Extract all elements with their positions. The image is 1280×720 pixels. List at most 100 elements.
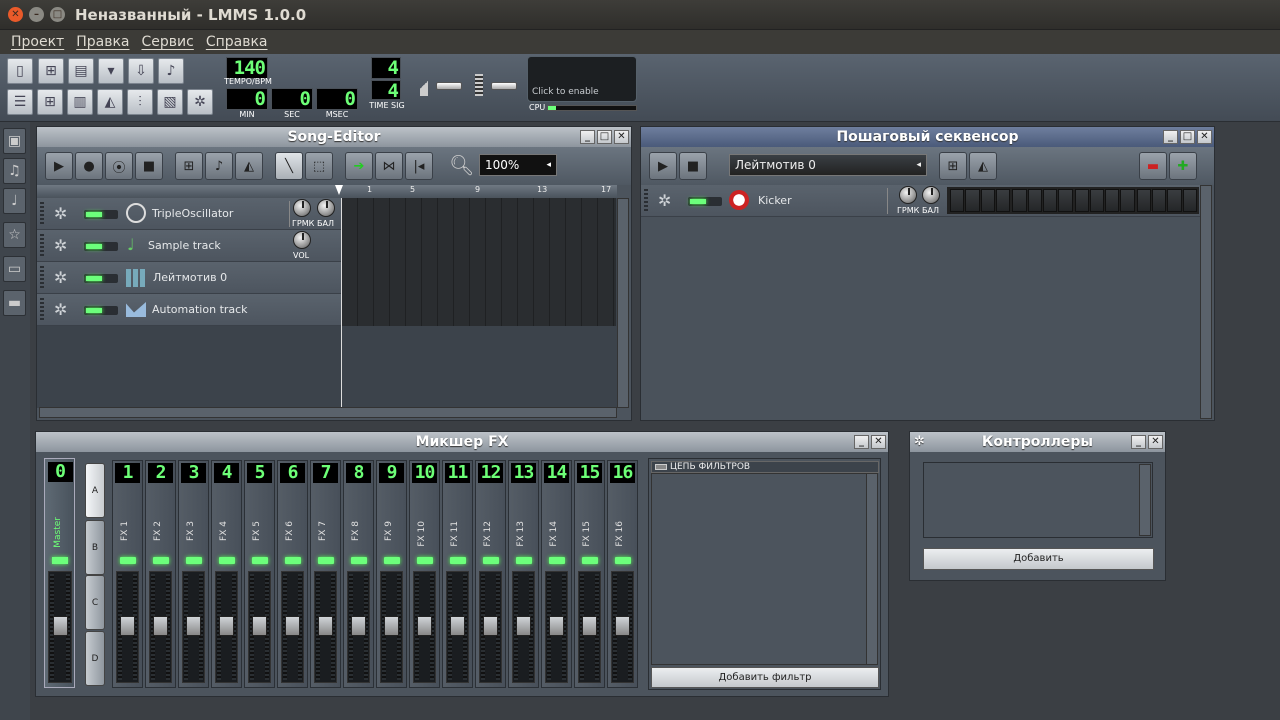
- track-name[interactable]: Kicker: [758, 194, 792, 207]
- computer-icon[interactable]: ▬: [3, 290, 26, 316]
- stop-icon[interactable]: ■: [135, 152, 163, 180]
- channel-fader[interactable]: [512, 571, 535, 683]
- channel-fader[interactable]: [281, 571, 304, 683]
- mute-led[interactable]: [120, 557, 136, 564]
- track-name[interactable]: Лейтмотив 0: [153, 271, 227, 284]
- project-notes-toggle-icon[interactable]: ▧: [157, 89, 183, 115]
- step-button[interactable]: [1012, 189, 1027, 212]
- track-name[interactable]: TripleOscillator: [152, 207, 233, 220]
- channel-fader[interactable]: [578, 571, 601, 683]
- channel-fader[interactable]: [116, 571, 139, 683]
- step-button[interactable]: [1120, 189, 1135, 212]
- edit-mode-icon[interactable]: ⬚: [305, 152, 333, 180]
- fx-channel-strip[interactable]: 14 FX 14: [541, 460, 572, 688]
- add-automation-track-icon[interactable]: ◭: [235, 152, 263, 180]
- new-from-template-icon[interactable]: ⊞: [38, 58, 64, 84]
- drag-handle[interactable]: [644, 189, 648, 213]
- mute-led[interactable]: [285, 557, 301, 564]
- volume-knob[interactable]: [293, 231, 311, 249]
- drag-handle[interactable]: [40, 202, 44, 226]
- channel-fader[interactable]: [380, 571, 403, 683]
- draw-mode-icon[interactable]: ╲: [275, 152, 303, 180]
- step-button[interactable]: [1136, 189, 1152, 212]
- sequencer-track-row[interactable]: ✲ Kicker ГРМК БАЛ: [641, 185, 1200, 217]
- fx-mixer-titlebar[interactable]: Микшер FX: [36, 432, 888, 452]
- drag-handle[interactable]: [40, 266, 44, 290]
- gear-icon[interactable]: ✲: [658, 192, 676, 210]
- mixer-group-c[interactable]: C: [85, 575, 105, 630]
- mixer-group-b[interactable]: B: [85, 520, 105, 575]
- fx-channel-strip[interactable]: 2 FX 2: [145, 460, 176, 688]
- track-name[interactable]: Sample track: [148, 239, 221, 252]
- record-icon[interactable]: ●: [75, 152, 103, 180]
- visualization-widget[interactable]: Click to enable: [527, 56, 637, 102]
- effects-chain-header[interactable]: ЦЕПЬ ФИЛЬТРОВ: [651, 461, 879, 473]
- drag-handle[interactable]: [40, 298, 44, 322]
- timeline-ruler[interactable]: 1 5 9 13 17: [37, 185, 617, 197]
- add-steps-icon[interactable]: ✚: [1169, 152, 1197, 180]
- mute-toggle[interactable]: [84, 210, 118, 219]
- master-pitch-slider[interactable]: [491, 82, 517, 90]
- fx-channel-strip[interactable]: 7 FX 7: [310, 460, 341, 688]
- pan-knob[interactable]: [317, 199, 335, 217]
- mute-led[interactable]: [252, 557, 268, 564]
- open-project-icon[interactable]: ▤: [68, 58, 94, 84]
- song-editor-titlebar[interactable]: Song-Editor: [37, 127, 631, 147]
- mute-toggle[interactable]: [84, 242, 118, 251]
- channel-fader[interactable]: [446, 571, 469, 683]
- my-presets-icon[interactable]: ♩: [3, 188, 26, 214]
- recent-projects-icon[interactable]: ▾: [98, 58, 124, 84]
- mute-led[interactable]: [582, 557, 598, 564]
- fx-channel-strip[interactable]: 13 FX 13: [508, 460, 539, 688]
- mixer-group-a[interactable]: A: [85, 463, 105, 518]
- export-project-icon[interactable]: ♪: [158, 58, 184, 84]
- piano-roll-toggle-icon[interactable]: ▥: [67, 89, 93, 115]
- channel-fader[interactable]: [413, 571, 436, 683]
- mute-led[interactable]: [351, 557, 367, 564]
- instrument-plugins-icon[interactable]: ▣: [3, 128, 26, 154]
- follow-playback-icon[interactable]: ➔: [345, 152, 373, 180]
- channel-fader[interactable]: [149, 571, 172, 683]
- track-row[interactable]: ✲ Лейтмотив 0: [37, 262, 341, 294]
- new-project-icon[interactable]: ▯: [7, 58, 33, 84]
- menu-help[interactable]: Справка: [206, 34, 268, 50]
- channel-fader[interactable]: [347, 571, 370, 683]
- fx-mixer-toggle-icon[interactable]: ⫶: [127, 89, 153, 115]
- add-automation-icon[interactable]: ◭: [969, 152, 997, 180]
- remove-steps-icon[interactable]: ▬: [1139, 152, 1167, 180]
- mute-toggle[interactable]: [84, 274, 118, 283]
- mute-led[interactable]: [318, 557, 334, 564]
- gear-icon[interactable]: ✲: [54, 269, 72, 287]
- song-editor-toggle-icon[interactable]: ☰: [7, 89, 33, 115]
- song-pattern-grid[interactable]: [342, 198, 616, 326]
- song-editor-minimize[interactable]: _: [580, 130, 595, 144]
- effects-scrollbar[interactable]: [866, 473, 878, 665]
- mute-led[interactable]: [450, 557, 466, 564]
- step-button[interactable]: [1089, 189, 1105, 212]
- track-row[interactable]: ✲ TripleOscillator ГРМК БАЛ: [37, 198, 341, 230]
- step-button[interactable]: [1105, 189, 1120, 212]
- master-fader[interactable]: [48, 571, 72, 683]
- beat-editor-toggle-icon[interactable]: ⊞: [37, 89, 63, 115]
- maximize-window-button[interactable]: □: [50, 7, 65, 22]
- controllers-titlebar[interactable]: ✲ Контроллеры: [910, 432, 1165, 452]
- song-editor-maximize[interactable]: □: [597, 130, 612, 144]
- play-icon[interactable]: ▶: [649, 152, 677, 180]
- play-icon[interactable]: ▶: [45, 152, 73, 180]
- menu-edit[interactable]: Правка: [76, 34, 129, 50]
- minimize-window-button[interactable]: –: [29, 7, 44, 22]
- step-button[interactable]: [995, 189, 1011, 212]
- track-row[interactable]: ✲ ♩ Sample track VOL: [37, 230, 341, 262]
- controller-rack-toggle-icon[interactable]: ✲: [187, 89, 213, 115]
- fx-channel-strip[interactable]: 12 FX 12: [475, 460, 506, 688]
- tempo-display[interactable]: 140: [226, 57, 268, 79]
- mute-toggle[interactable]: [688, 197, 722, 206]
- gear-icon[interactable]: ✲: [54, 205, 72, 223]
- stop-icon[interactable]: ■: [679, 152, 707, 180]
- step-button[interactable]: [980, 189, 995, 212]
- mute-led[interactable]: [417, 557, 433, 564]
- step-button[interactable]: [1152, 189, 1167, 212]
- controllers-minimize[interactable]: _: [1131, 435, 1146, 449]
- channel-fader[interactable]: [479, 571, 502, 683]
- playhead-marker[interactable]: [335, 185, 343, 195]
